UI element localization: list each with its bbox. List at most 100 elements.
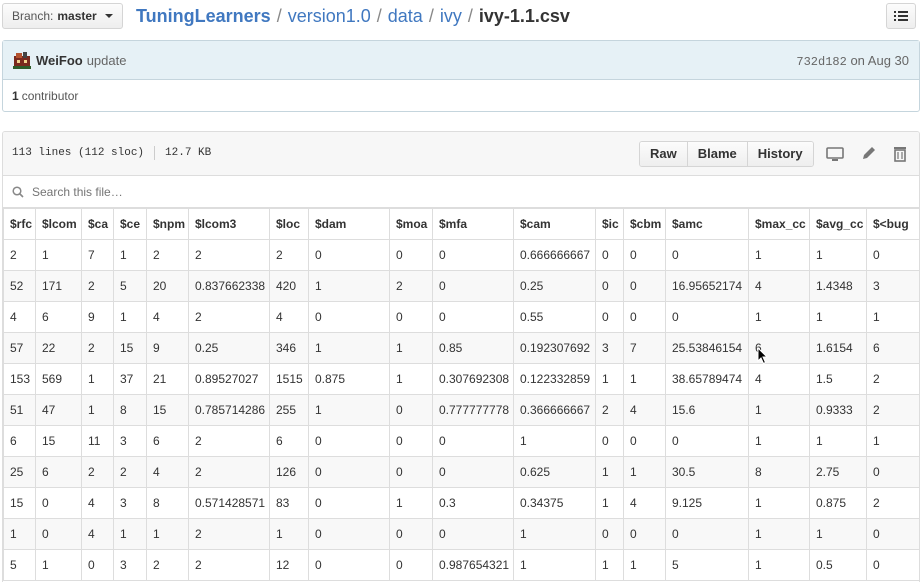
table-cell: 1: [269, 518, 309, 550]
desktop-icon[interactable]: [826, 146, 844, 162]
table-cell: 0: [308, 425, 390, 457]
table-cell: 15: [35, 425, 82, 457]
table-cell: 1: [748, 487, 810, 519]
breadcrumb-link[interactable]: data: [388, 4, 423, 28]
blame-button[interactable]: Blame: [686, 142, 747, 166]
file-info: 113 lines (112 sloc) 12.7 KB: [12, 146, 211, 160]
table-cell: 0: [866, 239, 919, 271]
file-size: 12.7 KB: [165, 147, 212, 159]
table-cell: 0: [665, 425, 749, 457]
table-cell: 0.307692308: [432, 363, 514, 395]
breadcrumb-separator: /: [276, 6, 282, 26]
breadcrumb-link[interactable]: ivy: [440, 4, 462, 28]
table-cell: 0: [866, 518, 919, 550]
contributors-row[interactable]: 1 contributor: [3, 80, 919, 111]
table-cell: 0: [595, 301, 624, 333]
column-header: $loc: [269, 208, 309, 240]
table-cell: 0: [432, 456, 514, 488]
table-cell: 0: [308, 301, 390, 333]
table-cell: 0.25: [513, 270, 596, 302]
table-cell: 21: [146, 363, 189, 395]
table-cell: 0: [595, 239, 624, 271]
pencil-icon[interactable]: [860, 146, 878, 162]
table-cell: 569: [35, 363, 82, 395]
table-cell: 1: [595, 549, 624, 581]
table-cell: 1: [809, 425, 867, 457]
table-cell: 1: [513, 518, 596, 550]
table-cell: 1: [308, 394, 390, 426]
table-cell: 4: [81, 518, 114, 550]
table-cell: 6: [866, 332, 919, 364]
table-cell: 2: [269, 239, 309, 271]
raw-button[interactable]: Raw: [640, 142, 687, 166]
column-header: $npm: [146, 208, 189, 240]
table-cell: 2: [188, 239, 270, 271]
table-cell: 2: [81, 270, 114, 302]
table-cell: 9: [81, 301, 114, 333]
branch-select-button[interactable]: Branch: master: [2, 3, 123, 29]
breadcrumb-link[interactable]: version1.0: [288, 4, 371, 28]
table-cell: 0.625: [513, 456, 596, 488]
table-cell: 4: [146, 456, 189, 488]
breadcrumb-separator: /: [467, 6, 473, 26]
commit-message-link[interactable]: update: [87, 53, 127, 68]
table-cell: 1: [748, 301, 810, 333]
table-cell: 1.6154: [809, 332, 867, 364]
search-input[interactable]: [32, 184, 332, 199]
table-cell: 1: [3, 518, 36, 550]
breadcrumb-link[interactable]: TuningLearners: [136, 4, 271, 28]
table-cell: 1: [623, 456, 666, 488]
table-cell: 1: [595, 456, 624, 488]
table-cell: 1: [35, 549, 82, 581]
table-cell: 4: [748, 363, 810, 395]
table-cell: 0.875: [308, 363, 390, 395]
table-cell: 37: [113, 363, 147, 395]
table-cell: 0.25: [188, 332, 270, 364]
column-header: $avg_cc: [809, 208, 867, 240]
table-cell: 2: [595, 394, 624, 426]
table-cell: 1: [748, 549, 810, 581]
table-cell: 1: [389, 487, 433, 519]
table-cell: 0.777777778: [432, 394, 514, 426]
table-cell: 0: [432, 239, 514, 271]
table-row: 2 1 7 1 2 2 2 0 0 0 0.666666667 0 0 0 1 1 0: [3, 239, 919, 271]
table-cell: 4: [748, 270, 810, 302]
table-cell: 7: [81, 239, 114, 271]
commit-sha-link[interactable]: 732d182: [796, 55, 846, 69]
table-cell: 6: [3, 425, 36, 457]
list-view-button[interactable]: [886, 3, 916, 29]
trash-icon[interactable]: [891, 146, 909, 162]
table-row: 6 15 11 3 6 2 6 0 0 0 1 0 0 0 1 1 1: [3, 425, 919, 457]
history-button[interactable]: History: [746, 142, 813, 166]
table-cell: 4: [146, 301, 189, 333]
table-cell: 0: [389, 549, 433, 581]
table-cell: 15: [3, 487, 36, 519]
table-cell: 2: [188, 518, 270, 550]
table-cell: 0: [623, 301, 666, 333]
table-cell: 2: [188, 456, 270, 488]
table-cell: 1515: [269, 363, 309, 395]
file-header: 113 lines (112 sloc) 12.7 KB Raw Blame H…: [3, 132, 919, 176]
table-cell: 0.837662338: [188, 270, 270, 302]
column-header: $ca: [81, 208, 114, 240]
table-row: 51 47 1 8 15 0.785714286 255 1 0 0.777777778 0.366…: [3, 394, 919, 426]
commit-author-link[interactable]: WeiFoo: [36, 53, 83, 68]
table-cell: 2: [3, 239, 36, 271]
branch-prefix: Branch:: [12, 9, 54, 23]
table-cell: 15: [113, 332, 147, 364]
table-cell: 1: [513, 425, 596, 457]
table-cell: 1: [81, 363, 114, 395]
table-cell: 2: [389, 270, 433, 302]
avatar[interactable]: [12, 50, 32, 70]
table-cell: 1: [308, 270, 390, 302]
table-cell: 20: [146, 270, 189, 302]
column-header: $<bug: [866, 208, 919, 240]
table-cell: 3: [595, 332, 624, 364]
table-cell: 2: [146, 549, 189, 581]
breadcrumb-separator: /: [428, 6, 434, 26]
table-cell: 1: [389, 363, 433, 395]
table-cell: 1: [748, 518, 810, 550]
latest-commit: WeiFoo update 732d182 on Aug 30: [3, 41, 919, 80]
table-cell: 0: [595, 425, 624, 457]
table-cell: 0: [389, 301, 433, 333]
